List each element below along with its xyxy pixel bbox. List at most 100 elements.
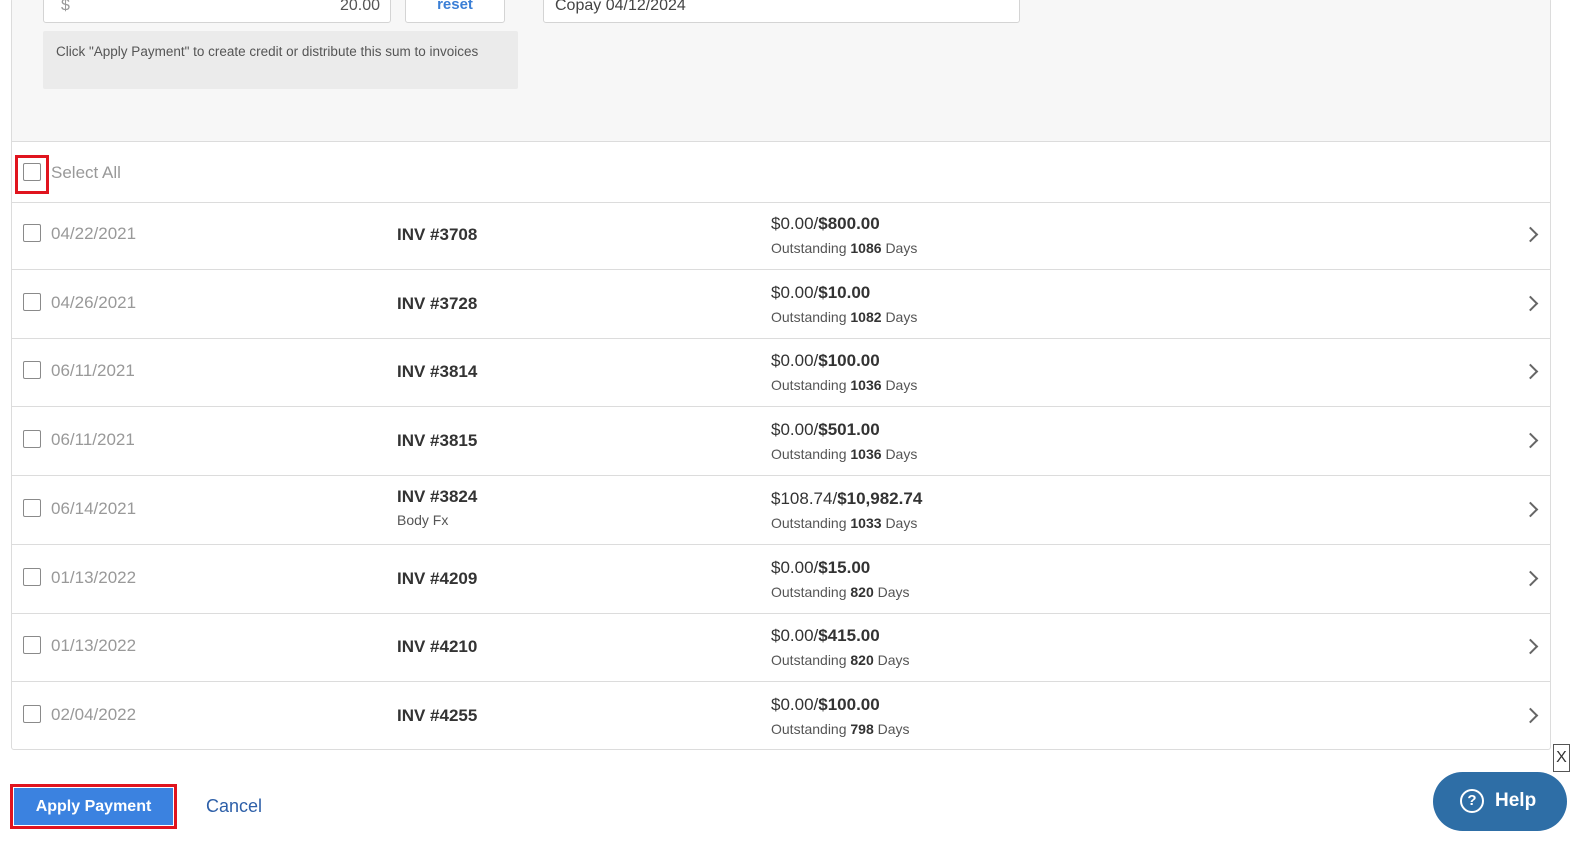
invoice-amount: $0.00/$100.00 <box>771 695 880 715</box>
chevron-right-icon[interactable] <box>1522 363 1539 380</box>
invoice-checkbox[interactable] <box>23 224 41 242</box>
invoice-outstanding: Outstanding 1036 Days <box>771 446 917 462</box>
invoice-date: 06/14/2021 <box>51 499 137 518</box>
memo-value: Copay 04/12/2024 <box>555 0 686 14</box>
chevron-right-icon[interactable] <box>1522 501 1539 518</box>
memo-input[interactable]: Copay 04/12/2024 <box>543 0 1020 23</box>
invoice-row[interactable]: 04/26/2021 INV #3728 $0.00/$10.00 Outstandi… <box>12 271 1550 339</box>
close-icon[interactable]: X <box>1553 744 1570 772</box>
days-label: Days <box>877 652 910 668</box>
outstanding-label: Outstanding <box>771 584 847 600</box>
invoice-total: $15.00 <box>818 558 871 577</box>
invoice-number: INV #3728 <box>397 294 478 313</box>
invoice-row[interactable]: 02/04/2022 INV #4255 $0.00/$100.00 Outstand… <box>12 683 1550 749</box>
invoice-paid: $0.00/ <box>771 558 819 577</box>
invoice-row[interactable]: 06/11/2021 INV #3815 $0.00/$501.00 Outstand… <box>12 408 1550 476</box>
invoice-paid: $108.74/ <box>771 489 838 508</box>
outstanding-days: 1036 <box>850 377 882 393</box>
outstanding-label: Outstanding <box>771 240 847 256</box>
invoice-row[interactable]: 06/14/2021 INV #3824 Body Fx $108.74/$10,98… <box>12 477 1550 545</box>
payment-entry-area: $ 20.00 reset Copay 04/12/2024 Click "Ap… <box>12 0 1550 142</box>
invoice-checkbox[interactable] <box>23 568 41 586</box>
invoice-checkbox[interactable] <box>23 361 41 379</box>
apply-payment-hint: Click "Apply Payment" to create credit o… <box>43 31 518 89</box>
days-label: Days <box>885 309 918 325</box>
invoice-amount: $0.00/$100.00 <box>771 351 880 371</box>
outstanding-days: 820 <box>850 652 874 668</box>
invoice-total: $501.00 <box>818 420 880 439</box>
apply-payment-button[interactable]: Apply Payment <box>14 788 173 825</box>
invoice-amount: $0.00/$10.00 <box>771 283 870 303</box>
help-button[interactable]: ? Help <box>1433 772 1567 831</box>
invoice-total: $100.00 <box>818 695 880 714</box>
invoice-number: INV #3815 <box>397 431 478 450</box>
invoice-outstanding: Outstanding 1082 Days <box>771 309 917 325</box>
chevron-right-icon[interactable] <box>1522 638 1539 655</box>
outstanding-label: Outstanding <box>771 515 847 531</box>
invoice-paid: $0.00/ <box>771 420 819 439</box>
chevron-right-icon[interactable] <box>1522 707 1539 724</box>
outstanding-label: Outstanding <box>771 446 847 462</box>
invoice-row[interactable]: 04/22/2021 INV #3708 $0.00/$800.00 Outstand… <box>12 202 1550 270</box>
outstanding-days: 1086 <box>850 240 882 256</box>
days-label: Days <box>877 584 910 600</box>
invoice-row[interactable]: 06/11/2021 INV #3814 $0.00/$100.00 Outstand… <box>12 339 1550 407</box>
chevron-right-icon[interactable] <box>1522 570 1539 587</box>
invoice-checkbox[interactable] <box>23 430 41 448</box>
invoice-amount: $0.00/$15.00 <box>771 558 870 578</box>
outstanding-label: Outstanding <box>771 377 847 393</box>
chevron-right-icon[interactable] <box>1522 295 1539 312</box>
invoice-number: INV #4210 <box>397 637 478 656</box>
invoice-checkbox[interactable] <box>23 636 41 654</box>
invoice-row[interactable]: 01/13/2022 INV #4210 $0.00/$415.00 Outstand… <box>12 614 1550 682</box>
invoice-amount: $0.00/$800.00 <box>771 214 880 234</box>
invoice-date: 01/13/2022 <box>51 568 137 587</box>
invoice-total: $10,982.74 <box>837 489 923 508</box>
invoice-checkbox[interactable] <box>23 293 41 311</box>
invoice-paid: $0.00/ <box>771 283 819 302</box>
outstanding-label: Outstanding <box>771 309 847 325</box>
invoice-amount: $0.00/$501.00 <box>771 420 880 440</box>
invoice-number: INV #4255 <box>397 706 478 725</box>
invoice-outstanding: Outstanding 820 Days <box>771 584 910 600</box>
chevron-right-icon[interactable] <box>1522 226 1539 243</box>
invoice-total: $100.00 <box>818 351 880 370</box>
invoice-paid: $0.00/ <box>771 626 819 645</box>
payment-amount-value: 20.00 <box>339 0 380 14</box>
invoice-number: INV #3824 <box>397 487 478 506</box>
select-all-checkbox[interactable] <box>23 163 41 181</box>
payment-amount-input[interactable]: $ 20.00 <box>43 0 391 23</box>
help-icon: ? <box>1460 789 1484 813</box>
invoice-subtitle: Body Fx <box>397 512 449 528</box>
invoice-paid: $0.00/ <box>771 351 819 370</box>
invoice-checkbox[interactable] <box>23 499 41 517</box>
help-label: Help <box>1495 790 1537 811</box>
invoice-amount: $108.74/$10,982.74 <box>771 489 922 509</box>
invoice-number: INV #4209 <box>397 569 478 588</box>
reset-button[interactable]: reset <box>405 0 505 23</box>
outstanding-days: 1036 <box>850 446 882 462</box>
invoice-number: INV #3814 <box>397 362 478 381</box>
outstanding-label: Outstanding <box>771 652 847 668</box>
outstanding-label: Outstanding <box>771 721 847 737</box>
invoice-date: 04/22/2021 <box>51 224 137 243</box>
invoice-outstanding: Outstanding 1036 Days <box>771 377 917 393</box>
invoice-date: 04/26/2021 <box>51 293 137 312</box>
days-label: Days <box>885 240 918 256</box>
invoice-outstanding: Outstanding 820 Days <box>771 652 910 668</box>
outstanding-days: 798 <box>850 721 874 737</box>
invoice-number: INV #3708 <box>397 225 478 244</box>
invoice-row[interactable]: 01/13/2022 INV #4209 $0.00/$15.00 Outstandi… <box>12 546 1550 614</box>
days-label: Days <box>877 721 910 737</box>
select-all-label: Select All <box>51 163 121 182</box>
chevron-right-icon[interactable] <box>1522 432 1539 449</box>
outstanding-days: 1082 <box>850 309 882 325</box>
invoice-checkbox[interactable] <box>23 705 41 723</box>
invoice-total: $800.00 <box>818 214 880 233</box>
outstanding-days: 1033 <box>850 515 882 531</box>
invoice-total: $10.00 <box>818 283 871 302</box>
invoice-total: $415.00 <box>818 626 880 645</box>
days-label: Days <box>885 377 918 393</box>
cancel-button[interactable]: Cancel <box>206 796 262 817</box>
invoice-outstanding: Outstanding 1086 Days <box>771 240 917 256</box>
